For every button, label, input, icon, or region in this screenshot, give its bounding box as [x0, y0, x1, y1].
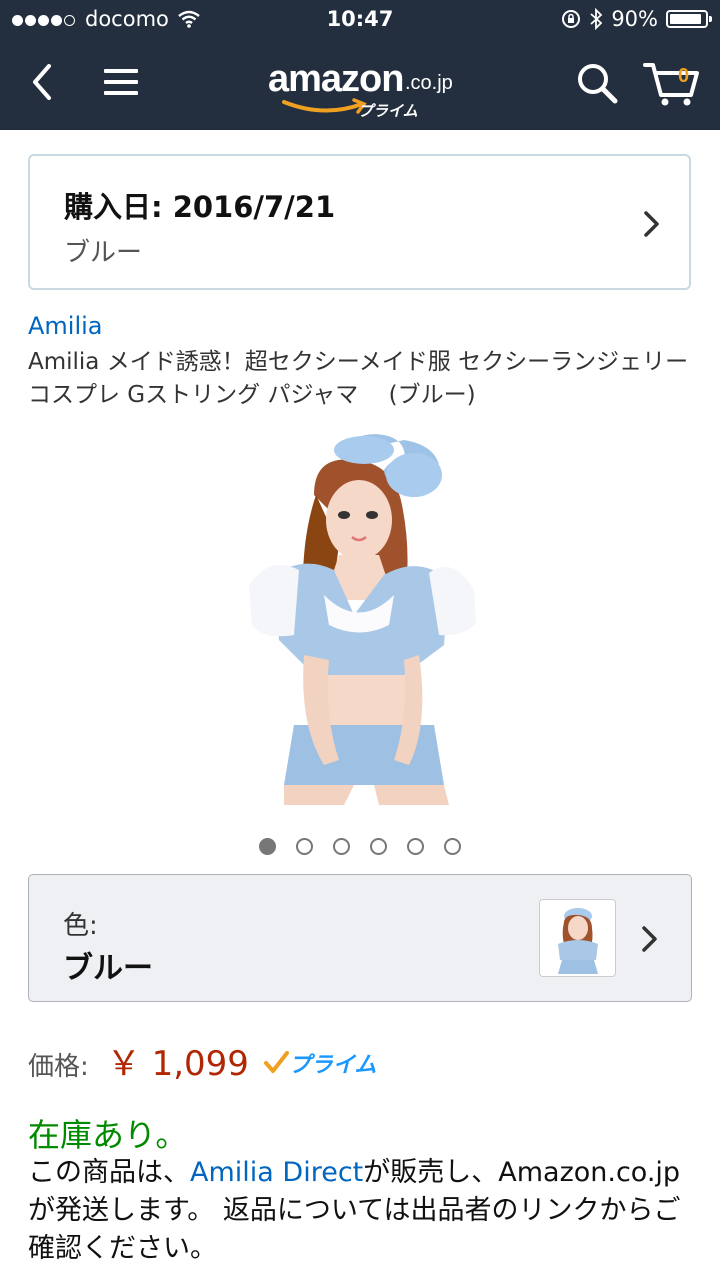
color-label: 色: — [63, 911, 98, 941]
menu-icon — [104, 69, 138, 95]
seller-link[interactable]: Amilia Direct — [190, 1157, 363, 1188]
menu-button[interactable] — [100, 62, 142, 102]
amazon-logo[interactable]: amazon .co.jp プライム — [268, 58, 458, 120]
pager-dot[interactable] — [333, 838, 350, 855]
image-pager[interactable] — [0, 838, 720, 855]
chevron-right-icon — [642, 926, 657, 952]
order-history-card[interactable]: 購入日: 2016/7/21 ブルー — [28, 154, 691, 290]
prime-check-icon — [263, 1051, 289, 1073]
bluetooth-icon — [590, 8, 603, 30]
color-thumbnail — [539, 899, 616, 977]
price-row: 価格: ￥ 1,099 プライム — [28, 1036, 376, 1085]
stock-status: 在庫あり。 — [28, 1116, 188, 1154]
color-selector[interactable]: 色: ブルー — [28, 874, 692, 1002]
cart-icon — [643, 63, 699, 106]
nav-bar: amazon .co.jp プライム 0 — [0, 40, 720, 130]
brand-link[interactable]: Amilia — [28, 312, 103, 340]
chevron-right-icon — [644, 211, 659, 237]
pager-dot[interactable] — [444, 838, 461, 855]
cart-button[interactable]: 0 — [642, 58, 700, 108]
prime-badge: プライム — [263, 1047, 376, 1079]
product-title: Amilia メイド誘惑！超セクシーメイド服 セクシーランジェリー コスプレ G… — [28, 349, 689, 408]
rotation-lock-icon — [562, 10, 581, 28]
purchase-date: 購入日: 2016/7/21 — [64, 190, 336, 224]
app-header: docomo 10:47 90% amazon .co.jp プライム 0 — [0, 0, 720, 130]
search-button[interactable] — [574, 60, 620, 106]
battery-percent: 90% — [611, 7, 658, 31]
pager-dot[interactable] — [296, 838, 313, 855]
purchased-color: ブルー — [64, 238, 143, 268]
smile-arrow-icon — [282, 98, 367, 114]
product-image[interactable] — [244, 425, 480, 805]
status-bar: docomo 10:47 90% — [0, 0, 720, 40]
pager-dot[interactable] — [259, 838, 276, 855]
back-icon — [33, 64, 51, 100]
pager-dot[interactable] — [370, 838, 387, 855]
back-button[interactable] — [22, 62, 62, 102]
search-icon — [578, 64, 618, 104]
pager-dot[interactable] — [407, 838, 424, 855]
battery-icon — [666, 10, 712, 28]
cart-count-badge: 0 — [678, 65, 690, 87]
selected-color: ブルー — [63, 951, 153, 986]
seller-info: この商品は、Amilia Directが販売し、Amazon.co.jp が発送… — [28, 1157, 681, 1264]
price-label: 価格: — [28, 1052, 89, 1082]
price-value: ￥ 1,099 — [106, 1044, 249, 1084]
